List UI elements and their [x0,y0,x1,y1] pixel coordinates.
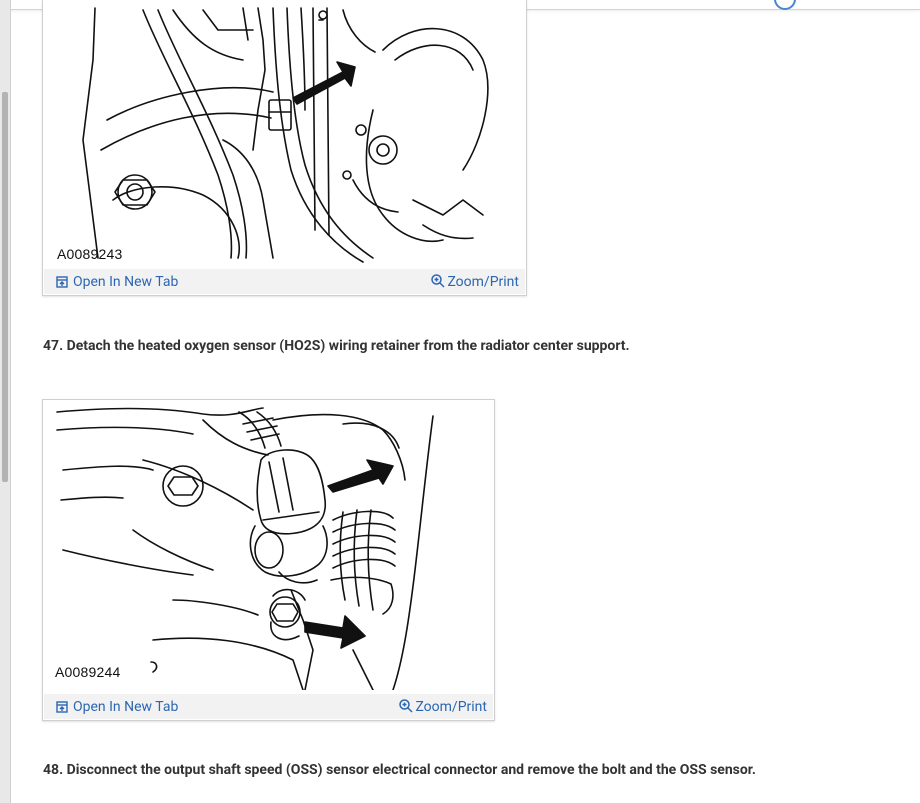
zoom-in-icon [431,274,445,288]
radiator-support-illustration[interactable]: A0089243 [43,0,526,267]
step-48-text: 48. Disconnect the output shaft speed (O… [43,762,756,778]
figure-a0089243: A0089243 Open In New Tab Zoom/Print [42,0,527,296]
step-47-text: 47. Detach the heated oxygen sensor (HO2… [43,338,630,354]
left-scroll-track[interactable] [0,0,11,803]
zoom-print-link[interactable]: Zoom/Print [399,699,487,715]
figure-id-label: A0089244 [55,664,121,680]
scrollbar-thumb[interactable] [2,92,8,482]
figure-a0089244: A0089244 Open In New Tab Zoom/Print [42,399,495,721]
zoom-print-link[interactable]: Zoom/Print [431,274,519,290]
figure-caption-bar: Open In New Tab Zoom/Print [44,694,493,719]
toolbar-circle-icon[interactable] [774,0,796,10]
zoom-print-label: Zoom/Print [415,699,487,715]
zoom-print-label: Zoom/Print [447,274,519,290]
open-in-new-tab-icon [56,701,68,713]
oss-sensor-illustration[interactable]: A0089244 [43,400,494,690]
open-in-new-tab-label: Open In New Tab [73,699,179,715]
zoom-in-icon [399,699,413,713]
open-in-new-tab-icon [56,276,68,288]
open-in-new-tab-link[interactable]: Open In New Tab [56,699,178,715]
open-in-new-tab-label: Open In New Tab [73,274,179,290]
figure-caption-bar: Open In New Tab Zoom/Print [44,269,525,294]
open-in-new-tab-link[interactable]: Open In New Tab [56,274,178,290]
figure-id-label: A0089243 [57,246,123,262]
